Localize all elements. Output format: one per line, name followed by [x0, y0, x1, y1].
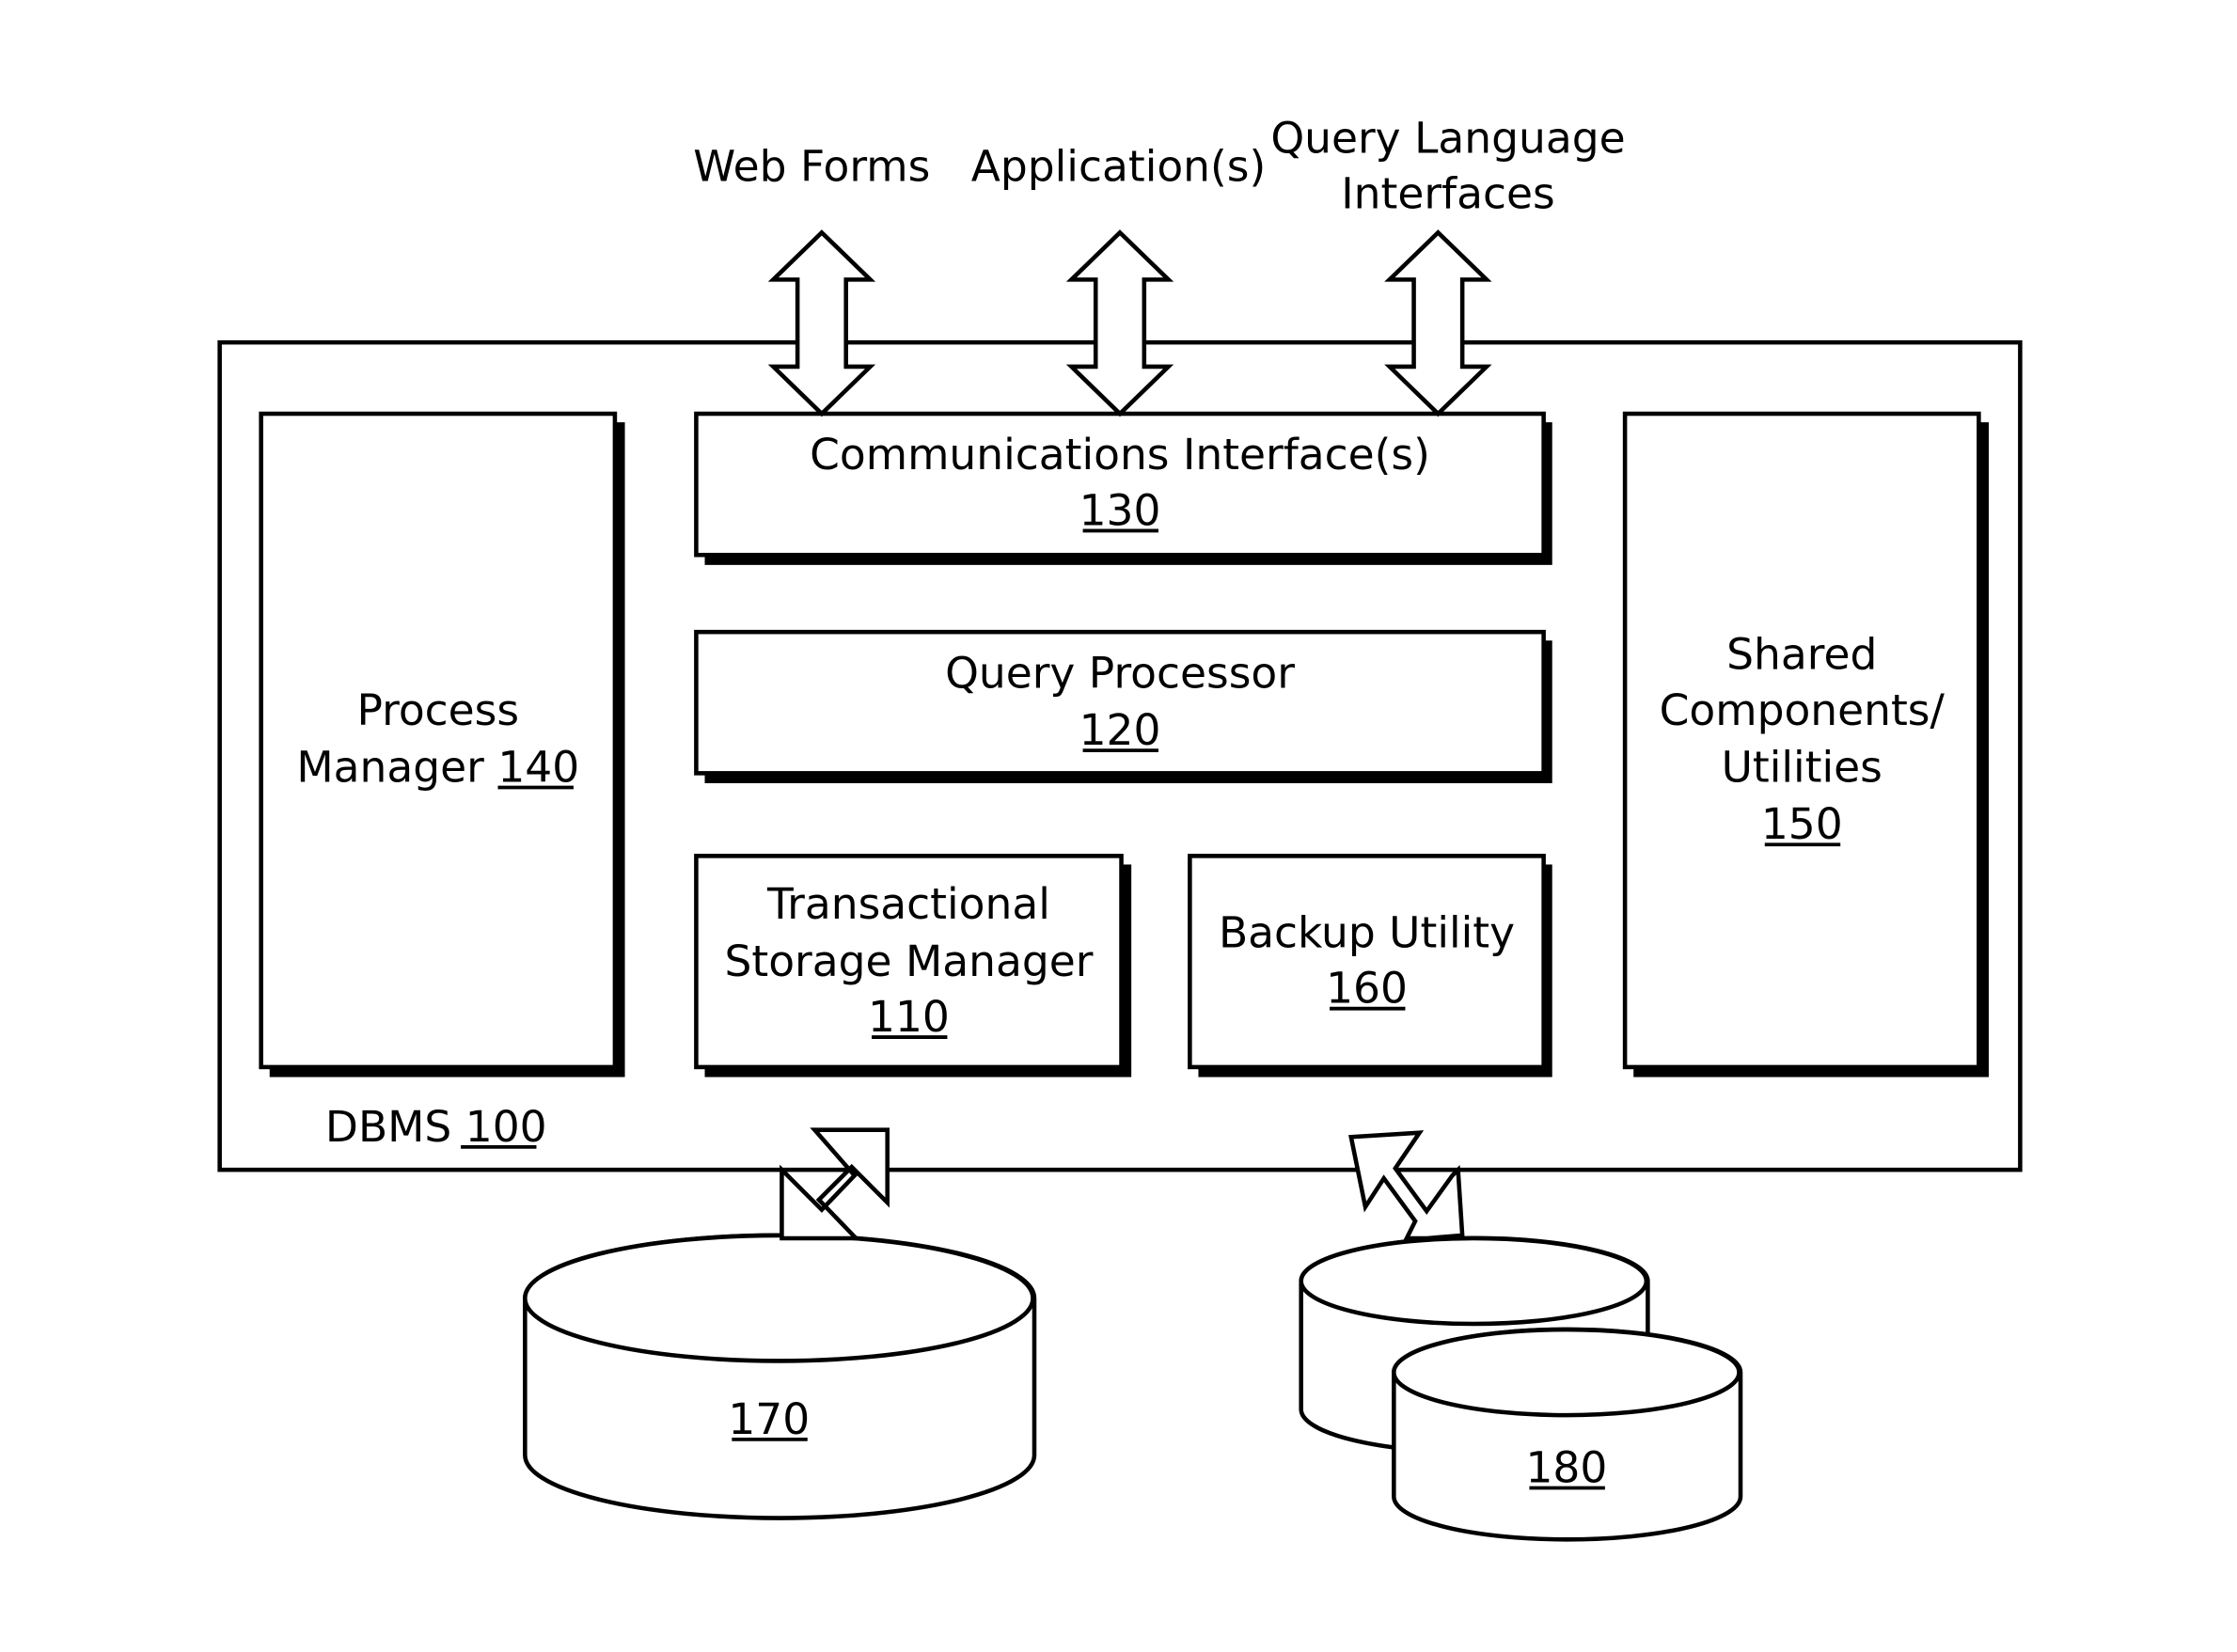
- backup-storage-ref: 180: [1525, 1442, 1607, 1492]
- dbms-label: DBMS 100: [325, 1102, 547, 1152]
- tsm-line1: Transactional: [766, 879, 1050, 929]
- communications-interface-ref: 130: [1079, 485, 1161, 535]
- web-forms-label: Web Forms: [693, 142, 930, 192]
- dbms-ref: 100: [465, 1102, 547, 1152]
- backup-cylinder-front-top: [1392, 1327, 1741, 1418]
- backup-cylinder-back-top: [1299, 1235, 1649, 1327]
- backup-utility-label: Backup Utility: [1219, 907, 1515, 957]
- applications-label: Application(s): [971, 142, 1266, 192]
- query-language-label-line2: Interfaces: [1341, 169, 1554, 219]
- query-processor-ref: 120: [1079, 705, 1161, 755]
- shared-ref: 150: [1761, 799, 1843, 849]
- shared-line2: Components/: [1660, 685, 1946, 735]
- communications-interface-label: Communications Interface(s): [810, 430, 1430, 480]
- tsm-line2: Storage Manager: [725, 936, 1094, 986]
- dbms-diagram: Web Forms Application(s) Query Language …: [217, 113, 2023, 1542]
- shared-components-box: [1622, 411, 1981, 1070]
- query-processor-label: Query Processor: [945, 648, 1295, 698]
- database-ref: 170: [728, 1394, 810, 1444]
- process-manager-line1: Process: [356, 685, 519, 735]
- shared-line3: Utilities: [1722, 742, 1883, 792]
- shared-line1: Shared: [1726, 630, 1877, 680]
- tsm-ref: 110: [868, 992, 950, 1042]
- backup-utility-box: [1188, 854, 1546, 1070]
- process-manager-line2: Manager 140: [296, 742, 579, 792]
- process-manager-box: [259, 411, 618, 1070]
- backup-utility-ref: 160: [1326, 964, 1408, 1014]
- database-cylinder-top: [523, 1233, 1035, 1363]
- query-language-label-line1: Query Language: [1270, 113, 1625, 163]
